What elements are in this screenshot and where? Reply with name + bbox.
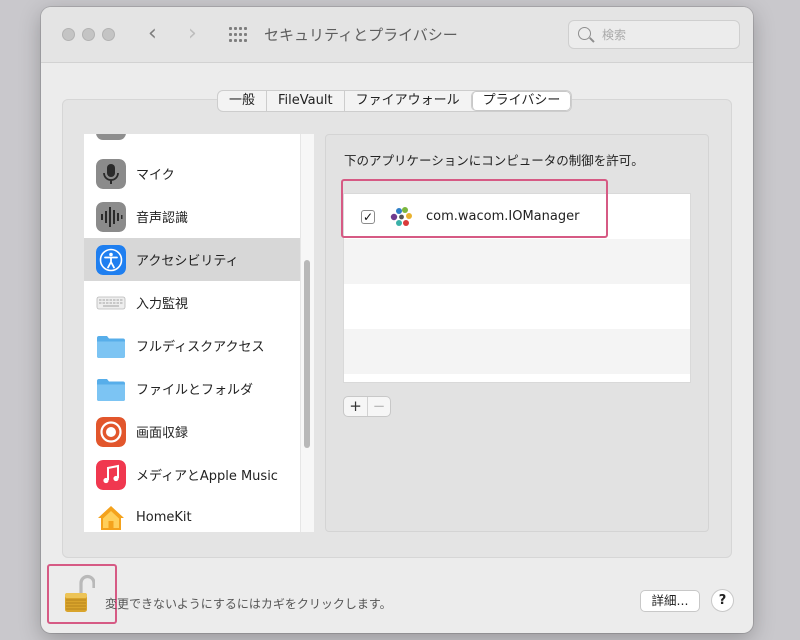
details-button[interactable]: 詳細... <box>640 590 700 612</box>
tab-filevault[interactable]: FileVault <box>266 91 344 111</box>
microphone-icon <box>96 158 126 189</box>
minimize-window-button[interactable] <box>82 28 95 41</box>
keyboard-icon <box>96 296 126 309</box>
sidebar-scrollbar-thumb[interactable] <box>304 260 310 448</box>
sidebar-item-label: ファイルとフォルダ <box>136 383 254 398</box>
panel-description: 下のアプリケーションにコンピュータの制御を許可。 <box>344 153 644 168</box>
sidebar-item-label: 音声認識 <box>136 211 189 226</box>
empty-list-row <box>344 284 690 329</box>
lock-instruction-text: 変更できないようにするにはカギをクリックします。 <box>105 597 392 611</box>
show-all-grid-icon[interactable] <box>229 27 247 42</box>
sidebar-item-files-and-folders[interactable]: ファイルとフォルダ <box>84 367 300 410</box>
empty-list-row <box>344 329 690 374</box>
sidebar-item-full-disk-access[interactable]: フルディスクアクセス <box>84 324 300 367</box>
system-preferences-window: ‹ › セキュリティとプライバシー 一般 FileVault ファイアウォール … <box>41 7 753 633</box>
sidebar-item-label: マイク <box>136 168 175 183</box>
sidebar-item-label: アクセシビリティ <box>136 254 239 269</box>
sidebar-item-label: 画面収録 <box>136 426 189 441</box>
screen-recording-icon <box>96 416 126 447</box>
accessibility-icon <box>96 244 126 275</box>
search-input[interactable] <box>602 25 732 45</box>
tab-general[interactable]: 一般 <box>218 91 266 111</box>
sidebar-item-accessibility[interactable]: アクセシビリティ <box>84 238 300 281</box>
privacy-category-list: マイク 音声認識 アクセシビリティ 入力監視 フルディスクアクセス ファイルとフ… <box>84 134 300 532</box>
title-bar: ‹ › セキュリティとプライバシー <box>41 7 753 63</box>
sidebar-item-microphone[interactable]: マイク <box>84 152 300 195</box>
sidebar-item-homekit[interactable]: HomeKit <box>84 496 300 532</box>
partial-list-item-icon <box>96 134 126 140</box>
sidebar-item-media-and-apple-music[interactable]: メディアとApple Music <box>84 453 300 496</box>
search-box[interactable] <box>568 20 740 49</box>
search-icon <box>578 27 591 40</box>
tab-bar: 一般 FileVault ファイアウォール プライバシー <box>217 90 573 112</box>
remove-app-button[interactable]: − <box>366 397 390 416</box>
home-icon <box>98 505 124 530</box>
sidebar-item-label: 入力監視 <box>136 297 189 312</box>
folder-icon <box>97 335 125 358</box>
close-window-button[interactable] <box>62 28 75 41</box>
sidebar-item-input-monitoring[interactable]: 入力監視 <box>84 281 300 324</box>
add-remove-buttons: + − <box>343 396 391 417</box>
forward-chevron-icon[interactable]: › <box>188 20 197 48</box>
sidebar-item-label: フルディスクアクセス <box>136 340 265 355</box>
zoom-window-button[interactable] <box>102 28 115 41</box>
app-row-highlight-box <box>341 179 608 238</box>
add-app-button[interactable]: + <box>344 397 367 416</box>
lock-highlight-box <box>47 564 117 624</box>
help-button[interactable]: ? <box>711 589 734 612</box>
tab-privacy[interactable]: プライバシー <box>470 91 572 111</box>
speech-recognition-icon <box>96 201 126 232</box>
window-title: セキュリティとプライバシー <box>264 26 458 44</box>
folder-icon <box>97 378 125 401</box>
back-chevron-icon[interactable]: ‹ <box>148 20 157 48</box>
music-icon <box>96 459 126 490</box>
sidebar-item-screen-recording[interactable]: 画面収録 <box>84 410 300 453</box>
sidebar-item-label: HomeKit <box>136 510 192 525</box>
sidebar-item-label: メディアとApple Music <box>136 469 278 484</box>
tab-firewall[interactable]: ファイアウォール <box>343 91 471 111</box>
empty-list-row <box>344 239 690 284</box>
sidebar-item-speech-recognition[interactable]: 音声認識 <box>84 195 300 238</box>
